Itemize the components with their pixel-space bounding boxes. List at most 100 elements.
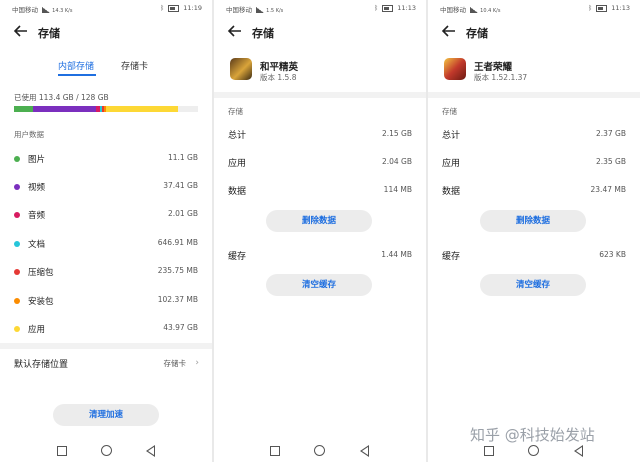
header: 存储 — [428, 18, 640, 46]
storage-row-app: 应用 2.04 GB — [214, 153, 426, 173]
active-tab-indicator — [58, 74, 96, 76]
item-label: 应用 — [28, 325, 46, 335]
row-value: 2.04 GB — [381, 157, 412, 166]
section-label-storage: 存储 — [442, 107, 457, 116]
recent-apps-icon[interactable] — [270, 446, 280, 456]
recent-apps-icon[interactable] — [484, 446, 494, 456]
net-speed: 10.4 K/s — [480, 8, 501, 14]
back-arrow-icon[interactable] — [226, 22, 244, 40]
usage-segment-apps — [106, 106, 178, 112]
tab-internal-storage[interactable]: 内部存储 — [58, 59, 94, 72]
row-label: 总计 — [442, 131, 461, 141]
row-label: 数据 — [442, 187, 461, 197]
list-item[interactable]: 视频 37.41 GB — [0, 178, 212, 198]
watermark-text: 知乎 @科技始发站 — [470, 426, 595, 444]
battery-icon — [168, 4, 180, 12]
list-item[interactable]: 文档 646.91 MB — [0, 235, 212, 255]
list-item[interactable]: 图片 11.1 GB — [0, 150, 212, 170]
status-left: 中国移动 10.4 K/s — [440, 4, 500, 14]
app-version: 版本 1.5.8 — [260, 73, 297, 82]
back-triangle-icon[interactable] — [360, 445, 369, 457]
item-size: 235.75 MB — [157, 266, 198, 275]
app-storage-panel-hok: 中国移动 10.4 K/s ᛒ 11:13 存储 王者荣耀 版本 1.52.1.… — [428, 0, 640, 462]
back-triangle-icon[interactable] — [574, 445, 583, 457]
storage-row-app: 应用 2.35 GB — [428, 153, 640, 173]
carrier-label: 中国移动 — [226, 6, 252, 14]
item-label: 视频 — [28, 183, 46, 193]
item-size: 646.91 MB — [157, 238, 198, 247]
header: 存储 — [214, 18, 426, 46]
home-icon[interactable] — [314, 445, 325, 456]
row-value: 114 MB — [383, 185, 412, 194]
app-icon-game — [444, 58, 466, 80]
clock: 11:19 — [183, 4, 202, 12]
row-value: 2.37 GB — [595, 129, 626, 138]
item-size: 102.37 MB — [157, 295, 198, 304]
carrier-label: 中国移动 — [12, 6, 38, 14]
color-dot-icon — [14, 184, 20, 190]
row-value: 1.44 MB — [381, 250, 412, 259]
list-item[interactable]: 安装包 102.37 MB — [0, 292, 212, 312]
item-size: 11.1 GB — [167, 153, 198, 162]
row-label: 缓存 — [228, 252, 247, 262]
delete-data-button[interactable]: 删除数据 — [266, 210, 372, 232]
default-storage-value: 存储卡 — [163, 359, 187, 368]
app-name: 王者荣耀 — [474, 62, 513, 73]
back-arrow-icon[interactable] — [440, 22, 458, 40]
default-storage-label: 默认存储位置 — [14, 360, 69, 370]
status-left: 中国移动 1.5 K/s — [226, 4, 283, 14]
tab-sd-card[interactable]: 存储卡 — [121, 59, 148, 72]
section-label-user-data: 用户数据 — [14, 130, 44, 139]
app-name: 和平精英 — [260, 62, 299, 73]
back-triangle-icon[interactable] — [146, 445, 155, 457]
clear-cache-button[interactable]: 清空缓存 — [480, 274, 586, 296]
list-item[interactable]: 音频 2.01 GB — [0, 206, 212, 226]
section-label-storage: 存储 — [228, 107, 243, 116]
app-icon-game — [230, 58, 252, 80]
used-space-text: 已使用 113.4 GB / 128 GB — [14, 93, 109, 102]
storage-row-total: 总计 2.37 GB — [428, 125, 640, 145]
color-dot-icon — [14, 212, 20, 218]
delete-data-button[interactable]: 删除数据 — [480, 210, 586, 232]
storage-row-cache: 缓存 1.44 MB — [214, 246, 426, 266]
signal-icon — [470, 7, 479, 13]
divider — [0, 343, 212, 349]
net-speed: 14.3 K/s — [52, 8, 73, 14]
page-title: 存储 — [466, 27, 488, 40]
home-icon[interactable] — [528, 445, 539, 456]
carrier-label: 中国移动 — [440, 6, 466, 14]
home-icon[interactable] — [101, 445, 112, 456]
battery-icon — [596, 4, 608, 12]
color-dot-icon — [14, 298, 20, 304]
status-right: ᛒ 11:13 — [588, 4, 630, 12]
item-size: 43.97 GB — [163, 323, 198, 332]
row-label: 数据 — [228, 187, 247, 197]
storage-row-total: 总计 2.15 GB — [214, 125, 426, 145]
item-label: 压缩包 — [28, 268, 54, 278]
nav-bar — [214, 442, 426, 458]
status-bar: 中国移动 14.3 K/s ᛒ 11:19 — [0, 0, 212, 16]
storage-row-data: 数据 23.47 MB — [428, 181, 640, 201]
page-title: 存储 — [252, 27, 274, 40]
row-label: 应用 — [442, 159, 461, 169]
back-arrow-icon[interactable] — [12, 22, 30, 40]
usage-segment-images — [14, 106, 33, 112]
clean-boost-button[interactable]: 清理加速 — [53, 404, 159, 426]
color-dot-icon — [14, 241, 20, 247]
status-left: 中国移动 14.3 K/s — [12, 4, 72, 14]
bluetooth-icon: ᛒ — [160, 4, 165, 12]
storage-overview-panel: 中国移动 14.3 K/s ᛒ 11:19 存储 内部存储 存储卡 已使用 11… — [0, 0, 212, 462]
bluetooth-icon: ᛒ — [374, 4, 379, 12]
clear-cache-button[interactable]: 清空缓存 — [266, 274, 372, 296]
recent-apps-icon[interactable] — [57, 446, 67, 456]
storage-tabs: 内部存储 存储卡 — [0, 56, 212, 76]
list-item[interactable]: 压缩包 235.75 MB — [0, 263, 212, 283]
list-item[interactable]: 应用 43.97 GB — [0, 320, 212, 340]
divider — [214, 92, 426, 98]
usage-bar — [14, 106, 198, 112]
storage-row-cache: 缓存 623 KB — [428, 246, 640, 266]
status-bar: 中国移动 10.4 K/s ᛒ 11:13 — [428, 0, 640, 16]
clock: 11:13 — [397, 4, 416, 12]
divider — [428, 92, 640, 98]
chevron-right-icon: › — [195, 358, 199, 368]
